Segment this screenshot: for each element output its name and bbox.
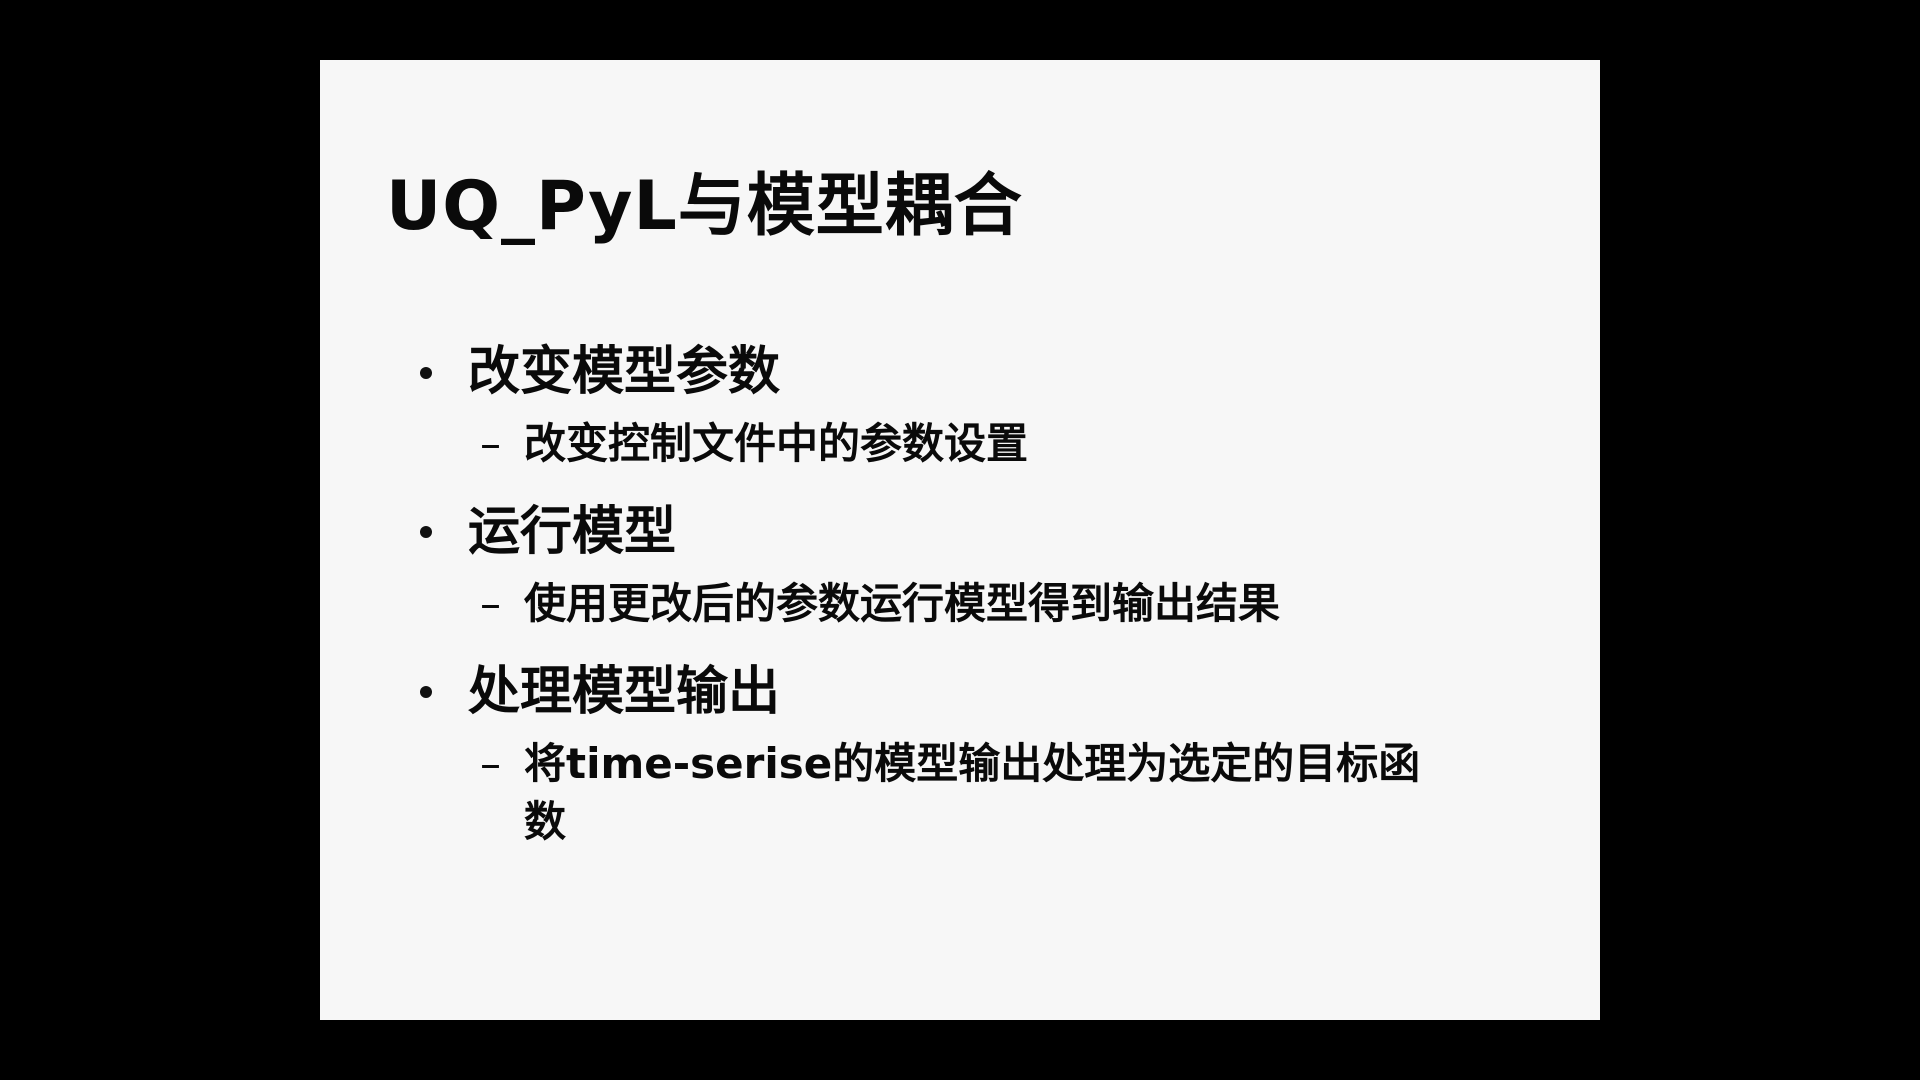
bullet-row: 改变模型参数 <box>420 340 1520 405</box>
bullet-item-change-params: 改变模型参数 – 改变控制文件中的参数设置 <box>420 340 1520 474</box>
bullet-dot-icon <box>420 526 432 539</box>
bullet-item-process-output: 处理模型输出 – 将time-serise的模型输出处理为选定的目标函数 <box>420 660 1520 853</box>
dash-icon: – <box>480 578 501 628</box>
dash-icon: – <box>480 419 501 468</box>
bullet-dot-icon <box>420 366 432 379</box>
bullet-list: 改变模型参数 – 改变控制文件中的参数设置 运行模型 – 使用更改后的参数运行模… <box>420 340 1520 878</box>
dash-icon: – <box>480 738 501 788</box>
sub-bullet-text: 将time-serise的模型输出处理为选定的目标函数 <box>524 738 1421 847</box>
slide-title: UQ_PyL与模型耦合 <box>386 167 1023 246</box>
bullet-text: 改变模型参数 <box>468 342 781 402</box>
slide: UQ_PyL与模型耦合 改变模型参数 – 改变控制文件中的参数设置 运行模型 –… <box>320 60 1600 1020</box>
bullet-row: 运行模型 <box>420 500 1520 565</box>
bullet-text: 处理模型输出 <box>468 661 781 722</box>
sub-bullet-row: – 将time-serise的模型输出处理为选定的目标函数 <box>480 735 1460 853</box>
bullet-text: 运行模型 <box>468 501 677 562</box>
bullet-row: 处理模型输出 <box>420 660 1520 725</box>
sub-bullet-text: 使用更改后的参数运行模型得到输出结果 <box>524 578 1281 628</box>
sub-bullet-text: 改变控制文件中的参数设置 <box>524 419 1029 468</box>
sub-bullet-row: – 改变控制文件中的参数设置 <box>480 415 1460 474</box>
sub-bullet-row: – 使用更改后的参数运行模型得到输出结果 <box>480 575 1460 634</box>
bullet-dot-icon <box>420 686 432 699</box>
bullet-item-run-model: 运行模型 – 使用更改后的参数运行模型得到输出结果 <box>420 500 1520 634</box>
